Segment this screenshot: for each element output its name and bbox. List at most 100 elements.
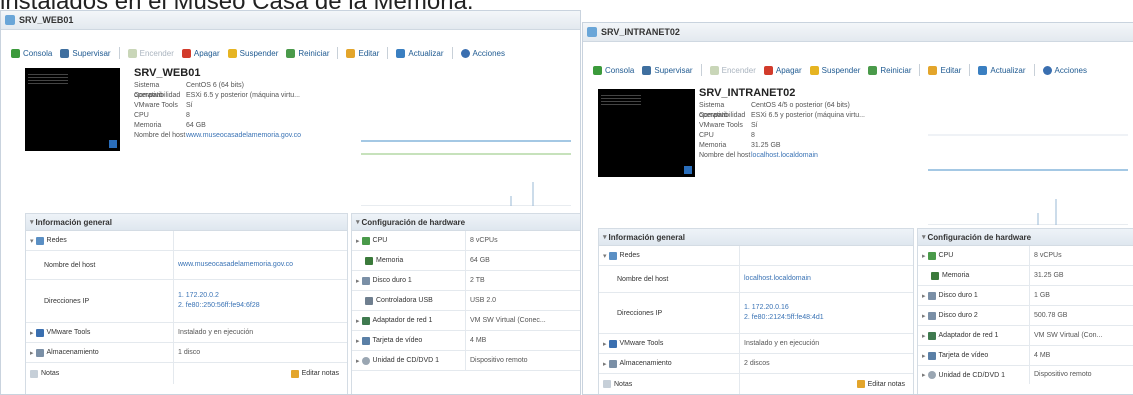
hostname-link[interactable]: www.museocasadelamemoria.gov.co xyxy=(186,131,301,141)
actions-button[interactable]: Acciones xyxy=(460,48,505,58)
panel-header[interactable]: ▾ Configuración de hardware xyxy=(352,214,580,231)
edit-notes-button[interactable]: Editar notas xyxy=(290,369,339,378)
window-title-bar: SRV_INTRANET02 xyxy=(583,23,1133,42)
power-off-icon xyxy=(763,65,773,75)
power-on-button[interactable]: Encender xyxy=(127,48,174,58)
console-button[interactable]: Consola xyxy=(593,65,634,75)
separator xyxy=(118,47,120,59)
restart-button[interactable]: Reiniciar xyxy=(286,48,329,58)
hw-row[interactable]: ▸ Unidad de CD/DVD 1 Dispositivo remoto xyxy=(918,366,1133,384)
summary-key: Memoria xyxy=(134,122,162,129)
restart-button[interactable]: Reiniciar xyxy=(868,65,911,75)
suspend-icon xyxy=(809,65,819,75)
console-cursor-icon xyxy=(109,140,117,148)
edit-button[interactable]: Editar xyxy=(346,48,379,58)
power-on-icon xyxy=(709,65,719,75)
power-off-button[interactable]: Apagar xyxy=(181,48,220,58)
pencil-icon xyxy=(290,369,299,378)
edit-button[interactable]: Editar xyxy=(928,65,961,75)
refresh-button[interactable]: Actualizar xyxy=(978,65,1026,75)
notes-icon xyxy=(603,380,611,388)
monitor-button[interactable]: Supervisar xyxy=(60,48,111,58)
suspend-icon xyxy=(227,48,237,58)
separator xyxy=(919,64,921,76)
hw-row: Memoria 64 GB xyxy=(352,251,580,271)
edit-icon xyxy=(346,48,356,58)
vm-summary: SRV_WEB01 Sistema operativo CentOS 6 (64 … xyxy=(134,67,301,141)
hw-row[interactable]: ▸ Adaptador de red 1 VM SW Virtual (Con... xyxy=(918,326,1133,346)
cpu-icon xyxy=(361,236,370,245)
refresh-button[interactable]: Actualizar xyxy=(396,48,444,58)
info-row[interactable]: ▾ Redes xyxy=(26,231,347,251)
power-off-button[interactable]: Apagar xyxy=(763,65,802,75)
edit-icon xyxy=(928,65,938,75)
hard-disk-icon xyxy=(927,311,936,320)
restart-icon xyxy=(286,48,296,58)
separator xyxy=(1033,64,1035,76)
summary-key: CPU xyxy=(699,132,714,139)
monitor-icon xyxy=(642,65,652,75)
usage-sparklines xyxy=(361,140,571,206)
panel-header[interactable]: ▾ Configuración de hardware xyxy=(918,229,1133,246)
edit-notes-button[interactable]: Editar notas xyxy=(856,380,905,388)
monitor-icon xyxy=(60,48,70,58)
refresh-icon xyxy=(396,48,406,58)
info-row[interactable]: ▸ Almacenamiento 1 disco xyxy=(26,343,347,363)
monitor-button[interactable]: Supervisar xyxy=(642,65,693,75)
summary-value: Sí xyxy=(751,122,758,129)
info-row[interactable]: ▾ Redes xyxy=(599,246,913,266)
info-row: Notas Editar notas xyxy=(599,374,913,394)
window-title-bar: SRV_WEB01 xyxy=(1,11,580,30)
video-card-icon xyxy=(927,351,936,360)
panel-header[interactable]: ▾ Información general xyxy=(26,214,347,231)
hardware-config-panel: ▾ Configuración de hardware ▸ CPU 8 vCPUs M… xyxy=(917,228,1133,394)
hw-row[interactable]: ▸ Adaptador de red 1 VM SW Virtual (Conec.… xyxy=(352,311,580,331)
console-thumbnail[interactable] xyxy=(598,89,695,177)
console-cursor-icon xyxy=(684,166,692,174)
window-title: SRV_WEB01 xyxy=(19,15,74,25)
storage-icon xyxy=(608,359,617,368)
separator xyxy=(700,64,702,76)
usb-icon xyxy=(365,296,373,305)
hw-row[interactable]: ▸ Disco duro 2 500.78 GB xyxy=(918,306,1133,326)
general-info-panel: ▾ Información general ▾ Redes Nombre del h… xyxy=(598,228,914,394)
actions-icon xyxy=(460,48,470,58)
window-title: SRV_INTRANET02 xyxy=(601,27,680,37)
hw-row[interactable]: ▸ Disco duro 12 TB xyxy=(352,271,580,291)
info-row[interactable]: ▸ Almacenamiento 2 discos xyxy=(599,354,913,374)
toolbar: Consola Supervisar Encender Apagar Suspe… xyxy=(583,59,1133,81)
storage-icon xyxy=(35,348,44,357)
info-row[interactable]: ▸ VMware Tools Instalado y en ejecución xyxy=(599,334,913,354)
usage-sparklines xyxy=(928,134,1128,225)
notes-icon xyxy=(30,369,38,378)
console-thumbnail[interactable] xyxy=(25,68,120,151)
hw-row[interactable]: ▸ Tarjeta de vídeo 4 MB xyxy=(352,331,580,351)
power-on-button[interactable]: Encender xyxy=(709,65,756,75)
hw-row[interactable]: ▸ Tarjeta de vídeo 4 MB xyxy=(918,346,1133,366)
hostname-link[interactable]: localhost.localdomain xyxy=(751,151,818,161)
hw-row[interactable]: ▸ CPU 8 vCPUs xyxy=(352,231,580,251)
vm-icon xyxy=(587,27,597,37)
summary-value: 64 GB xyxy=(186,122,206,129)
hw-row[interactable]: ▸ CPU 8 vCPUs xyxy=(918,246,1133,266)
hw-row: Controladora USB USB 2.0 xyxy=(352,291,580,311)
console-text xyxy=(601,95,641,107)
general-info-panel: ▾ Información general ▾ Redes Nombre del h… xyxy=(25,213,348,394)
power-off-icon xyxy=(181,48,191,58)
hw-row[interactable]: ▸ Unidad de CD/DVD 1 Dispositivo remoto xyxy=(352,351,580,371)
actions-button[interactable]: Acciones xyxy=(1042,65,1087,75)
actions-icon xyxy=(1042,65,1052,75)
suspend-button[interactable]: Suspender xyxy=(809,65,860,75)
summary-key: Nombre del host xyxy=(134,132,186,139)
cd-dvd-icon xyxy=(927,371,936,379)
summary-key: Compatibilidad xyxy=(699,112,746,119)
summary-value: 8 xyxy=(751,132,755,139)
info-row: Direcciones IP 1. 172.20.0.2 2. fe80::250:… xyxy=(26,280,347,323)
suspend-button[interactable]: Suspender xyxy=(227,48,278,58)
network-icon xyxy=(608,251,617,260)
hw-row[interactable]: ▸ Disco duro 11 GB xyxy=(918,286,1133,306)
info-row[interactable]: ▸ VMware Tools Instalado y en ejecución xyxy=(26,323,347,343)
panel-header[interactable]: ▾ Información general xyxy=(599,229,913,246)
pencil-icon xyxy=(856,380,865,388)
console-button[interactable]: Consola xyxy=(11,48,52,58)
